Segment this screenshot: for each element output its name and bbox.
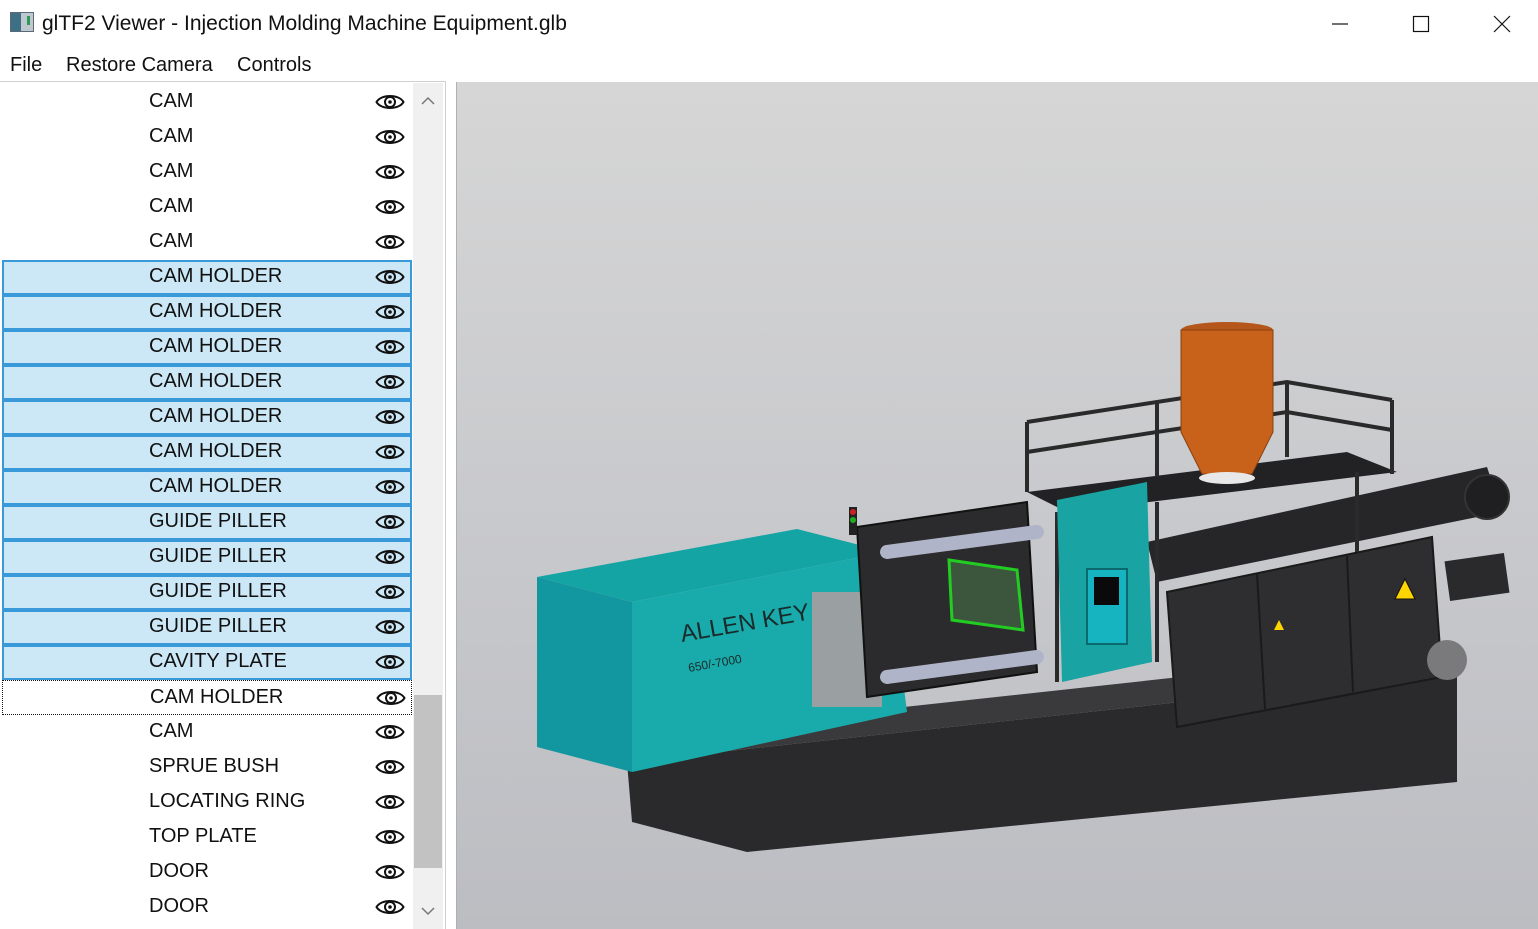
tree-item-label: GUIDE PILLER (149, 615, 287, 637)
app-icon (10, 12, 34, 32)
tree-item-label: CAM (149, 230, 194, 252)
tree-item[interactable]: TOP PLATE (2, 820, 412, 855)
tree-item[interactable]: CAM HOLDER (2, 470, 412, 505)
eye-icon[interactable] (375, 370, 405, 394)
tree-item-label: LOCATING RING (149, 790, 306, 812)
tree-item[interactable]: CAM (2, 715, 412, 750)
window-title: glTF2 Viewer - Injection Molding Machine… (42, 12, 567, 35)
eye-icon[interactable] (375, 580, 405, 604)
tree-item-label: CAM HOLDER (149, 440, 283, 462)
menu-restore-camera[interactable]: Restore Camera (66, 54, 213, 77)
eye-icon[interactable] (375, 405, 405, 429)
eye-icon[interactable] (375, 545, 405, 569)
tree-item[interactable]: CAM (2, 190, 412, 225)
tree-item-label: CAM (149, 195, 194, 217)
clamp-housing-front (537, 577, 632, 772)
tree-item-label: SPRUE BUSH (149, 755, 280, 777)
injection-molding-machine-model: ALLEN KEY 650/-7000 (537, 322, 1510, 852)
tree-item[interactable]: GUIDE PILLER (2, 505, 412, 540)
title-bar: glTF2 Viewer - Injection Molding Machine… (0, 0, 1538, 48)
tree-item[interactable]: CAM (2, 225, 412, 260)
eye-icon[interactable] (375, 860, 405, 884)
material-hopper (1180, 329, 1274, 475)
tree-item[interactable]: CAM (2, 85, 412, 120)
eye-icon[interactable] (375, 895, 405, 919)
eye-icon[interactable] (375, 650, 405, 674)
tree-item-label: CAM (149, 90, 194, 112)
menu-file[interactable]: File (10, 54, 42, 77)
tree-item-label: CAM HOLDER (149, 370, 283, 392)
eye-icon[interactable] (376, 686, 406, 710)
eye-icon[interactable] (375, 615, 405, 639)
eye-icon[interactable] (375, 195, 405, 219)
tree-item[interactable]: CAM HOLDER (2, 365, 412, 400)
tree-item[interactable]: LOCATING RING (2, 785, 412, 820)
tree-item-label: CAM (149, 160, 194, 182)
chevron-down-icon (421, 907, 435, 916)
eye-icon[interactable] (375, 300, 405, 324)
tree-scrollbar[interactable] (413, 83, 443, 929)
eye-icon[interactable] (375, 230, 405, 254)
tree-item[interactable]: CAM HOLDER (2, 435, 412, 470)
tree-item[interactable]: GUIDE PILLER (2, 575, 412, 610)
scroll-up-button[interactable] (413, 83, 443, 119)
tree-item[interactable]: CAM (2, 120, 412, 155)
tree-item[interactable]: GUIDE PILLER (2, 610, 412, 645)
tree-item[interactable]: CAM (2, 155, 412, 190)
close-icon (1493, 15, 1511, 33)
eye-icon[interactable] (375, 475, 405, 499)
chevron-up-icon (421, 96, 435, 105)
eye-icon[interactable] (375, 825, 405, 849)
tree-item-label: CAM HOLDER (149, 335, 283, 357)
eye-icon[interactable] (375, 125, 405, 149)
tree-item-label: DOOR (149, 860, 209, 882)
tree-item[interactable]: DOOR (2, 855, 412, 890)
eye-icon[interactable] (375, 335, 405, 359)
tree-item[interactable]: CAM HOLDER (2, 400, 412, 435)
scroll-down-button[interactable] (413, 893, 443, 929)
eye-icon[interactable] (375, 440, 405, 464)
tree-item[interactable]: CAM HOLDER (2, 680, 412, 715)
selected-cavity-plate (947, 558, 1025, 632)
tree-item[interactable]: SPRUE BUSH (2, 750, 412, 785)
tree-item[interactable]: CAM HOLDER (2, 260, 412, 295)
minimize-icon (1332, 23, 1348, 25)
menu-controls[interactable]: Controls (237, 54, 311, 77)
eye-icon[interactable] (375, 265, 405, 289)
eye-icon[interactable] (375, 720, 405, 744)
3d-viewport[interactable]: ALLEN KEY 650/-7000 (456, 82, 1538, 929)
tree-item-label: CAM HOLDER (149, 265, 283, 287)
tree-item[interactable]: CAM HOLDER (2, 330, 412, 365)
tree-item-label: CAM HOLDER (149, 405, 283, 427)
scene-tree-panel: CAM CAM CAM CAM CAM CAM HOLDER CAM HOLDER CAM H… (0, 81, 446, 929)
menu-bar: File Restore Camera Controls (0, 50, 1538, 81)
tree-item-label: CAVITY PLATE (149, 650, 287, 672)
tree-item[interactable]: DOOR (2, 890, 412, 925)
eye-icon[interactable] (375, 790, 405, 814)
eye-icon[interactable] (375, 755, 405, 779)
eye-icon[interactable] (375, 90, 405, 114)
tree-item-label: GUIDE PILLER (149, 545, 287, 567)
close-button[interactable] (1462, 0, 1538, 48)
tree-item-label: CAM HOLDER (149, 475, 283, 497)
tree-item-label: TOP PLATE (149, 825, 257, 847)
tree-item[interactable]: CAVITY PLATE (2, 645, 412, 680)
scrollbar-thumb[interactable] (414, 695, 442, 868)
eye-icon[interactable] (375, 510, 405, 534)
maximize-button[interactable] (1381, 0, 1461, 48)
tree-item[interactable]: CAM HOLDER (2, 295, 412, 330)
tree-item-label: CAM HOLDER (149, 300, 283, 322)
tree-item-label: CAM HOLDER (150, 686, 284, 708)
minimize-button[interactable] (1300, 0, 1380, 48)
maximize-icon (1412, 15, 1430, 33)
tree-item[interactable]: GUIDE PILLER (2, 540, 412, 575)
tree-item-label: DOOR (149, 895, 209, 917)
eye-icon[interactable] (375, 160, 405, 184)
tree-item-label: CAM (149, 125, 194, 147)
tree-item-label: CAM (149, 720, 194, 742)
tree-item-label: GUIDE PILLER (149, 580, 287, 602)
tree-item-label: GUIDE PILLER (149, 510, 287, 532)
